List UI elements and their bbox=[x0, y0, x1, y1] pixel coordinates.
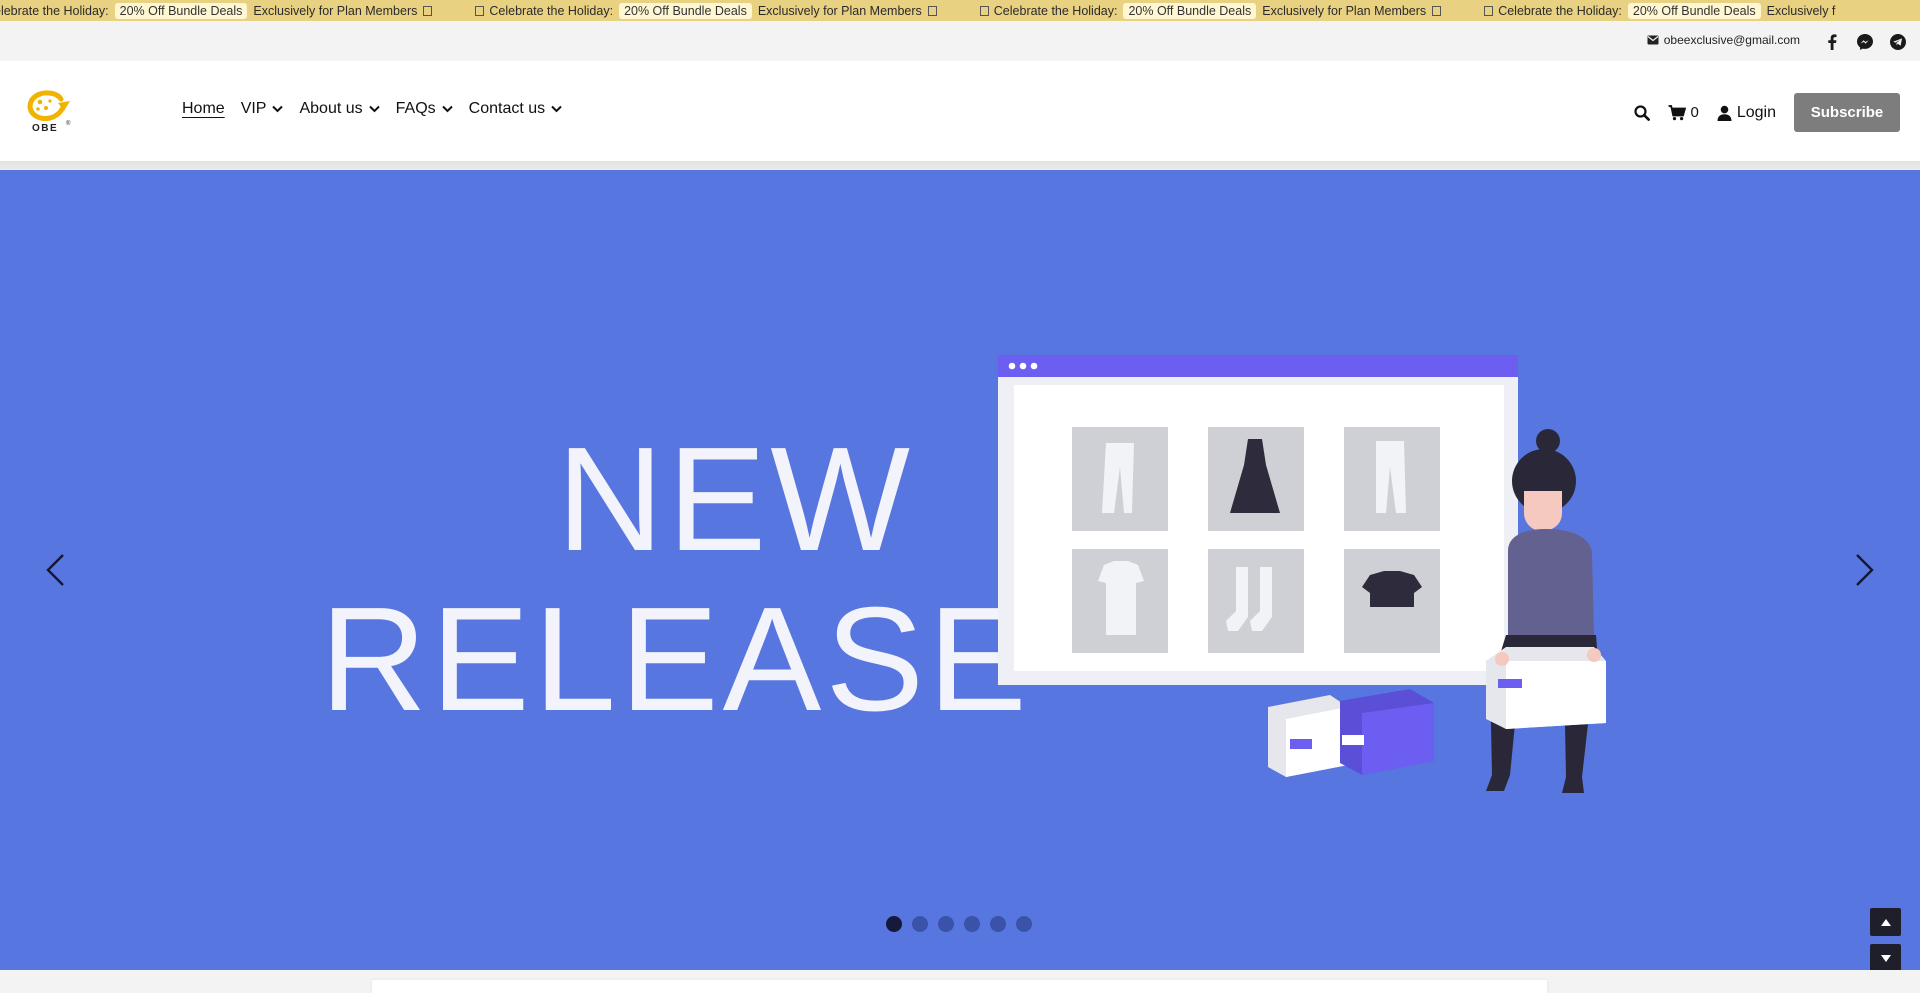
discount-badge: 20% Off Bundle Deals bbox=[114, 2, 248, 19]
contact-bar: obeexclusive@gmail.com bbox=[0, 21, 1920, 61]
announcement-suffix: Exclusively for Plan Members bbox=[1262, 3, 1427, 18]
gift-icon bbox=[1432, 5, 1442, 16]
chevron-down-icon bbox=[272, 105, 284, 113]
nav-vip-label[interactable]: VIP bbox=[241, 100, 267, 118]
gift-icon bbox=[475, 5, 485, 16]
email-contact[interactable]: obeexclusive@gmail.com bbox=[1647, 33, 1800, 47]
shopping-illustration bbox=[998, 355, 1606, 793]
user-icon bbox=[1717, 105, 1732, 121]
messenger-icon[interactable] bbox=[1854, 31, 1875, 52]
nav-faqs-label[interactable]: FAQs bbox=[396, 100, 436, 118]
nav-contact-us[interactable]: Contact us bbox=[469, 100, 562, 118]
chevron-left-icon bbox=[46, 554, 64, 586]
caret-down-icon bbox=[1880, 954, 1891, 962]
announcement-suffix: Exclusively f bbox=[1766, 3, 1836, 18]
announcement-item: Celebrate the Holiday: 20% Off Bundle De… bbox=[1484, 2, 1836, 19]
announcement-prefix: Celebrate the Holiday: bbox=[993, 3, 1118, 18]
chevron-down-icon bbox=[368, 105, 380, 113]
cart-button[interactable]: 0 bbox=[1668, 104, 1699, 121]
chevron-down-icon bbox=[551, 105, 562, 113]
envelope-icon bbox=[1647, 35, 1659, 45]
discount-badge: 20% Off Bundle Deals bbox=[1123, 2, 1257, 19]
site-header: OBE ® Home VIP About us FAQs Contact us bbox=[0, 61, 1920, 161]
slider-dot[interactable] bbox=[886, 916, 902, 932]
announcement-item: Celebrate the Holiday: 20% Off Bundle De… bbox=[475, 2, 941, 19]
announcement-prefix: Celebrate the Holiday: bbox=[489, 3, 614, 18]
slider-prev-button[interactable] bbox=[40, 550, 70, 590]
announcement-prefix: Celebrate the Holiday: bbox=[1498, 3, 1622, 18]
hero-slider: NEW RELEASE bbox=[0, 170, 1920, 970]
hero-title-line1: NEW bbox=[556, 417, 914, 582]
scroll-up-button[interactable] bbox=[1870, 908, 1901, 936]
chevron-right-icon bbox=[1856, 554, 1874, 586]
main-nav: Home VIP About us FAQs Contact us bbox=[182, 100, 562, 118]
gift-icon bbox=[1484, 5, 1494, 16]
cart-icon bbox=[1668, 104, 1686, 120]
site-logo[interactable]: OBE ® bbox=[22, 89, 78, 134]
announcement-bar: elebrate the Holiday: 20% Off Bundle Dea… bbox=[0, 0, 1920, 21]
slider-dot[interactable] bbox=[1016, 916, 1032, 932]
svg-text:®: ® bbox=[66, 120, 71, 127]
slider-next-button[interactable] bbox=[1850, 550, 1880, 590]
slider-dot[interactable] bbox=[990, 916, 1006, 932]
subscribe-button[interactable]: Subscribe bbox=[1794, 93, 1900, 132]
announcement-prefix: elebrate the Holiday: bbox=[0, 3, 109, 18]
nav-home-label[interactable]: Home bbox=[182, 100, 225, 118]
header-actions: 0 Login Subscribe bbox=[1633, 93, 1900, 132]
telegram-icon[interactable] bbox=[1887, 31, 1908, 52]
nav-faqs[interactable]: FAQs bbox=[396, 100, 453, 118]
search-button[interactable] bbox=[1633, 104, 1650, 121]
announcement-suffix: Exclusively for Plan Members bbox=[253, 3, 418, 18]
slider-dot[interactable] bbox=[964, 916, 980, 932]
discount-badge: 20% Off Bundle Deals bbox=[619, 2, 752, 19]
nav-contact-us-label[interactable]: Contact us bbox=[469, 100, 545, 118]
social-links bbox=[1821, 31, 1908, 52]
login-link[interactable]: Login bbox=[1717, 104, 1776, 122]
nav-about-us[interactable]: About us bbox=[299, 100, 380, 118]
gift-icon bbox=[979, 5, 989, 16]
caret-up-icon bbox=[1880, 918, 1891, 926]
announcement-suffix: Exclusively for Plan Members bbox=[757, 3, 922, 18]
search-icon bbox=[1633, 104, 1650, 121]
email-text[interactable]: obeexclusive@gmail.com bbox=[1664, 33, 1800, 47]
hero-title: NEW RELEASE bbox=[320, 417, 1031, 742]
hero-title-line2: RELEASE bbox=[320, 577, 1031, 742]
chevron-down-icon bbox=[441, 105, 453, 113]
login-label[interactable]: Login bbox=[1737, 104, 1776, 122]
logo-wordmark: OBE bbox=[32, 123, 58, 133]
slider-dot[interactable] bbox=[912, 916, 928, 932]
nav-home[interactable]: Home bbox=[182, 100, 225, 118]
scroll-down-button[interactable] bbox=[1870, 944, 1901, 972]
slider-pagination bbox=[886, 916, 1032, 932]
gift-icon bbox=[927, 5, 937, 16]
nav-about-us-label[interactable]: About us bbox=[299, 100, 362, 118]
facebook-icon[interactable] bbox=[1821, 31, 1842, 52]
cart-count: 0 bbox=[1690, 104, 1699, 121]
announcement-item: elebrate the Holiday: 20% Off Bundle Dea… bbox=[0, 2, 437, 19]
announcement-track: elebrate the Holiday: 20% Off Bundle Dea… bbox=[0, 0, 1873, 21]
header-divider bbox=[0, 161, 1920, 170]
nav-vip[interactable]: VIP bbox=[241, 100, 284, 118]
discount-badge: 20% Off Bundle Deals bbox=[1627, 2, 1761, 19]
shipping-boxes bbox=[1268, 689, 1434, 777]
slider-dot[interactable] bbox=[938, 916, 954, 932]
content-card bbox=[372, 980, 1547, 993]
announcement-item: Celebrate the Holiday: 20% Off Bundle De… bbox=[979, 2, 1446, 19]
gift-icon bbox=[423, 5, 433, 16]
